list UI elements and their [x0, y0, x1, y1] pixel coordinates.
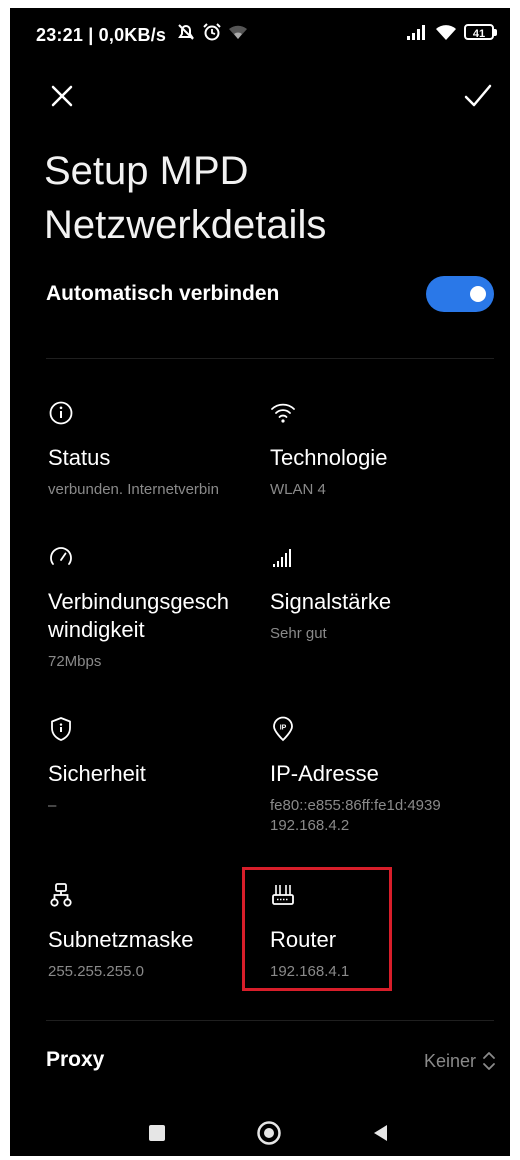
proxy-label: Proxy: [46, 1048, 105, 1071]
detail-speed: Verbindungsgesch windigkeit 72Mbps: [48, 544, 258, 672]
svg-text:IP: IP: [280, 725, 287, 732]
detail-signal: Signalstärke Sehr gut: [270, 544, 480, 644]
detail-label: Signalstärke: [270, 589, 392, 614]
battery-icon: 41: [464, 24, 497, 40]
ip-v4: 192.168.4.2: [270, 817, 350, 834]
page-title: Setup MPD Netzwerkdetails: [44, 144, 484, 252]
auto-connect-toggle[interactable]: [426, 276, 494, 312]
detail-value: 255.255.255.0: [48, 963, 144, 980]
muted-alarm-icon: [178, 24, 194, 40]
network-tree-icon: [50, 883, 72, 907]
detail-value: 72Mbps: [48, 653, 102, 670]
status-bar: 23:21 | 0,0KB/s 41: [10, 8, 510, 60]
router-highlight-box: [242, 867, 392, 991]
detail-label: IP-Adresse: [270, 761, 379, 786]
auto-connect-label: Automatisch verbinden: [46, 282, 280, 305]
auto-connect-row[interactable]: Automatisch verbinden: [46, 276, 496, 320]
recent-apps-button[interactable]: [142, 1118, 172, 1148]
detail-security: Sicherheit –: [48, 716, 258, 816]
chevron-up-down-icon: [483, 1052, 495, 1070]
recent-apps-icon: [149, 1125, 165, 1141]
proxy-row[interactable]: Proxy Keiner: [46, 1044, 496, 1080]
detail-ip: IP IP-Adresse fe80::e855:86ff:fe1d:4939 …: [270, 716, 480, 836]
detail-label-line2: windigkeit: [48, 617, 145, 642]
close-icon: [51, 85, 73, 107]
detail-value: WLAN 4: [270, 481, 326, 498]
detail-label-line1: Verbindungsgesch: [48, 589, 230, 614]
detail-status: Status verbunden. Internetverbin: [48, 400, 258, 500]
status-time-speed: 23:21 | 0,0KB/s: [36, 25, 167, 45]
detail-subnet: Subnetzmaske 255.255.255.0: [48, 882, 258, 982]
shield-icon: [51, 717, 71, 741]
detail-technologie: Technologie WLAN 4: [270, 400, 480, 500]
toggle-knob: [470, 286, 486, 302]
detail-label: Sicherheit: [48, 761, 146, 786]
signal-bars-icon: [407, 25, 425, 40]
ip-v6: fe80::e855:86ff:fe1d:4939: [270, 797, 441, 814]
wifi-weak-icon: [229, 25, 247, 39]
back-icon: [374, 1125, 387, 1141]
checkmark-icon: [464, 84, 492, 107]
detail-value: Sehr gut: [270, 625, 327, 642]
back-button[interactable]: [366, 1118, 396, 1148]
ip-pin-icon: IP: [273, 716, 293, 742]
info-icon: [49, 401, 73, 425]
detail-label: Verbindungsgesch windigkeit: [48, 588, 258, 644]
detail-label: Technologie: [270, 445, 388, 470]
detail-value: –: [48, 797, 57, 814]
divider: [46, 358, 494, 359]
close-button[interactable]: [42, 76, 82, 116]
proxy-select[interactable]: Keiner: [424, 1050, 496, 1072]
speedometer-icon: [50, 547, 72, 565]
phone-screen: 23:21 | 0,0KB/s 41 Setup MPD Netzwerkdet…: [10, 8, 510, 1156]
battery-level: 41: [472, 28, 486, 40]
page-title-line2: Netzwerkdetails: [44, 203, 327, 247]
home-button[interactable]: [254, 1118, 284, 1148]
status-icons-right: 41: [406, 24, 497, 40]
detail-value: verbunden. Internetverbin: [48, 481, 219, 498]
proxy-value: Keiner: [423, 1050, 476, 1071]
status-icons-left: [176, 22, 248, 42]
wifi-icon: [271, 403, 295, 423]
detail-value: fe80::e855:86ff:fe1d:4939 192.168.4.2: [270, 796, 510, 836]
page-title-line1: Setup MPD: [44, 149, 249, 193]
confirm-button[interactable]: [458, 76, 498, 116]
home-icon: [257, 1121, 281, 1145]
alarm-clock-icon: [203, 23, 221, 41]
detail-label: Subnetzmaske: [48, 927, 194, 952]
signal-strength-icon: [273, 549, 291, 567]
navigation-bar: [10, 1108, 510, 1156]
wifi-icon: [436, 25, 456, 40]
divider: [46, 1020, 494, 1021]
detail-label: Status: [48, 445, 111, 470]
